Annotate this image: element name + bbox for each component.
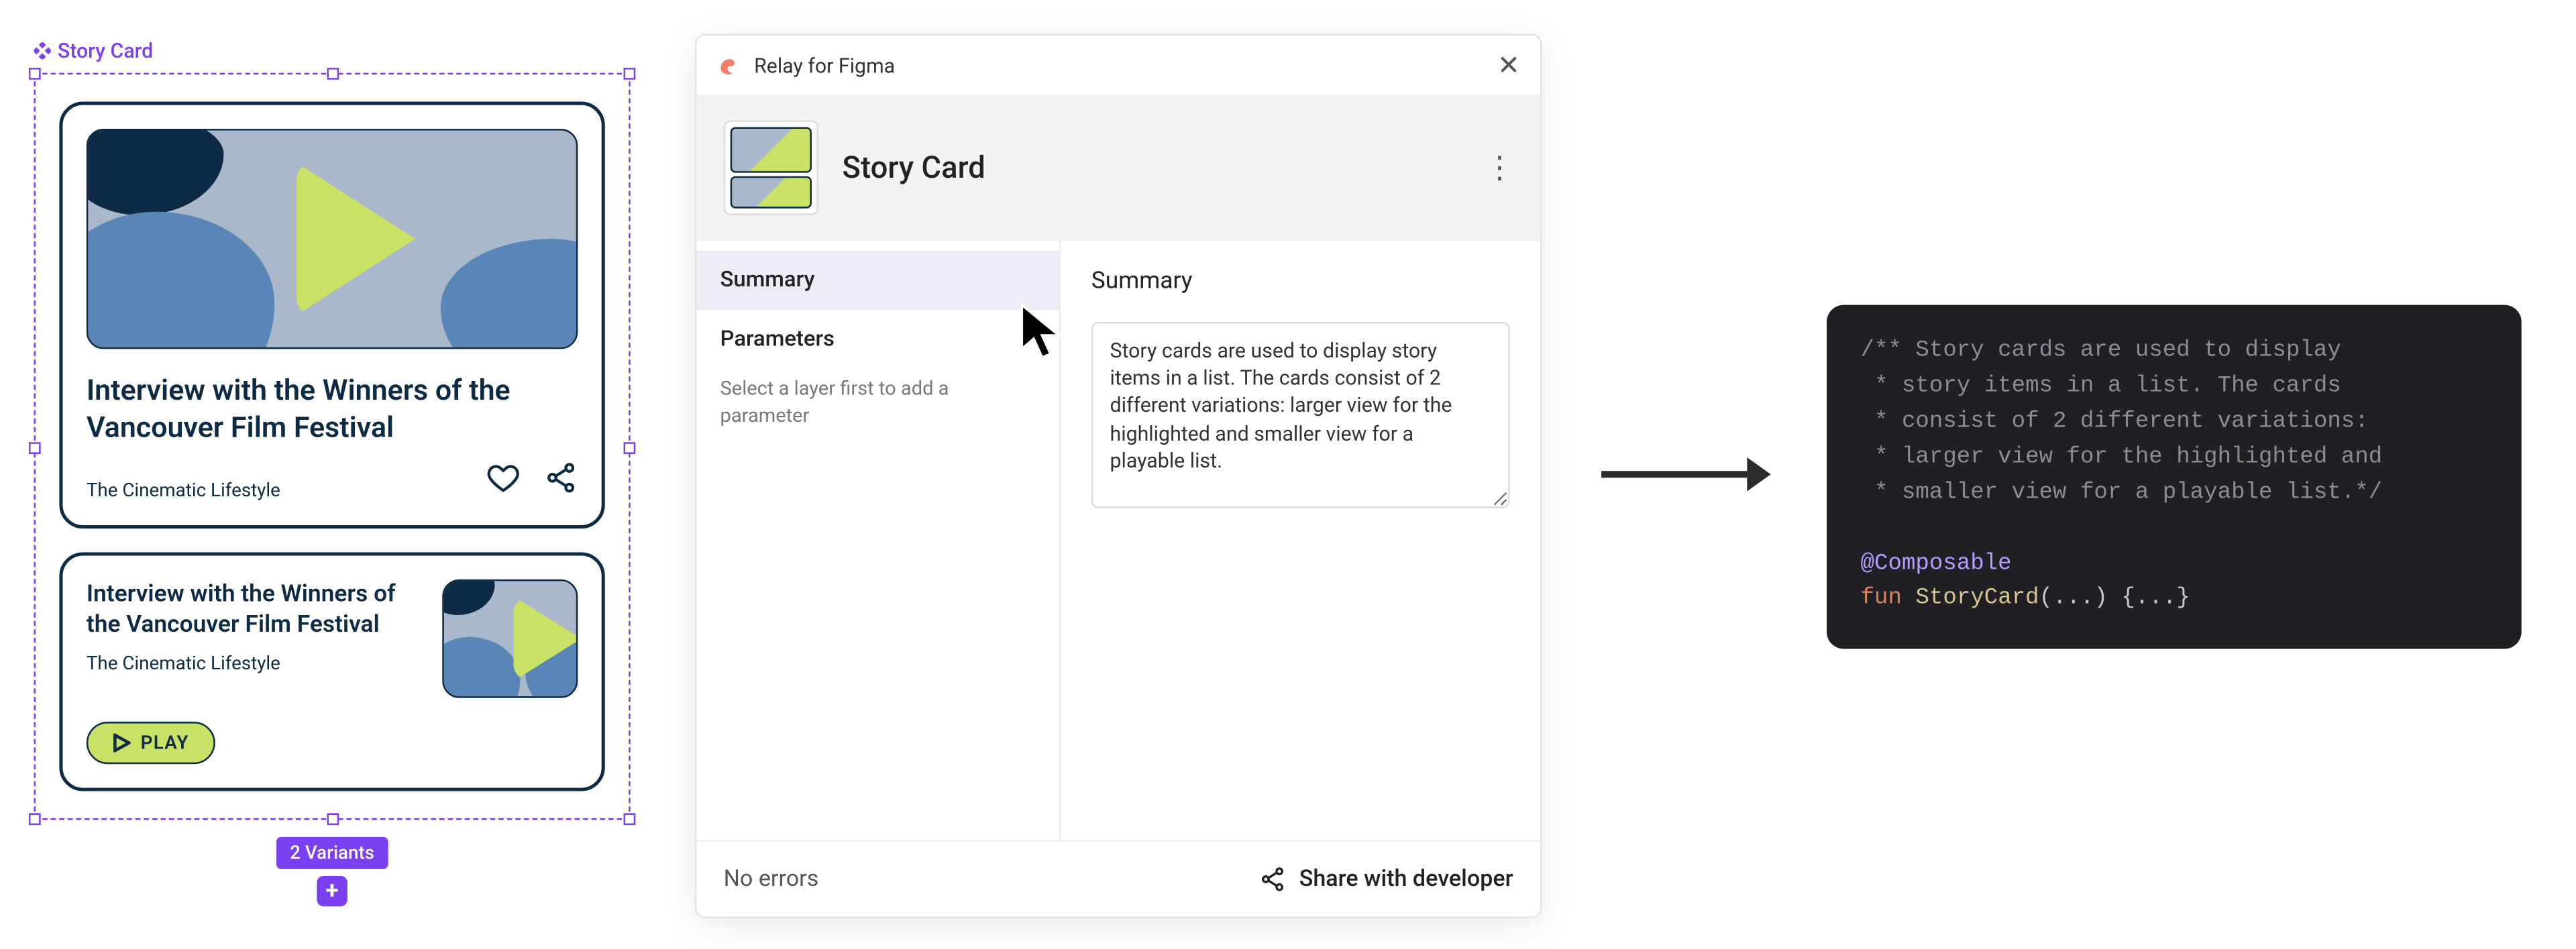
plugin-footer: No errors Share with developer — [696, 840, 1540, 917]
story-card-large[interactable]: Interview with the Winners of the Vancou… — [59, 102, 604, 529]
play-icon — [112, 734, 131, 752]
plugin-sidebar: Summary Parameters Select a layer first … — [696, 241, 1061, 840]
share-icon[interactable] — [544, 461, 578, 502]
component-thumbnail — [724, 120, 818, 215]
code-keyword: fun — [1861, 587, 1902, 612]
play-button[interactable]: PLAY — [87, 722, 215, 765]
more-menu-icon[interactable]: ⋮ — [1485, 150, 1513, 186]
component-label-text: Story Card — [58, 39, 153, 62]
share-with-developer-label: Share with developer — [1299, 866, 1513, 893]
code-comment-line: * story items in a list. The cards — [1861, 374, 2341, 400]
tab-summary[interactable]: Summary — [696, 251, 1059, 310]
plugin-header: Story Card ⋮ — [696, 95, 1540, 239]
add-variant-button[interactable]: + — [317, 876, 347, 906]
story-card-hero-image — [87, 129, 578, 349]
resize-handle[interactable] — [327, 814, 339, 826]
selection-frame[interactable]: Interview with the Winners of the Vancou… — [34, 73, 631, 820]
arrow-icon — [1601, 449, 1771, 500]
code-comment-line: * smaller view for a playable list.*/ — [1861, 481, 2383, 506]
story-card-title: Interview with the Winners of the Vancou… — [87, 579, 419, 641]
code-comment-line: * larger view for the highlighted and — [1861, 445, 2383, 471]
code-function-name: StoryCard — [1915, 587, 2039, 612]
component-label: Story Card — [34, 39, 154, 62]
component-icon — [34, 42, 51, 59]
story-card-thumb — [442, 579, 578, 698]
play-triangle-icon — [513, 597, 578, 681]
play-triangle-icon — [297, 162, 416, 315]
plugin-main: Summary Story cards are used to display … — [1061, 241, 1540, 840]
plugin-component-title: Story Card — [842, 150, 1460, 186]
tab-parameters[interactable]: Parameters — [696, 310, 1059, 369]
main-heading: Summary — [1091, 268, 1510, 294]
story-card-subtitle: The Cinematic Lifestyle — [87, 479, 280, 501]
resize-handle[interactable] — [327, 68, 339, 80]
story-card-title: Interview with the Winners of the Vancou… — [87, 373, 578, 448]
resize-handle[interactable] — [624, 68, 636, 80]
resize-handle[interactable] — [29, 441, 41, 453]
resize-handle[interactable] — [624, 814, 636, 826]
figma-canvas-selection: Story Card Interview with the Winners of… — [34, 34, 661, 821]
plugin-titlebar[interactable]: Relay for Figma ✕ — [696, 36, 1540, 95]
play-button-label: PLAY — [141, 732, 189, 755]
share-icon — [1258, 866, 1285, 893]
code-comment-line: /** Story cards are used to display — [1861, 339, 2341, 364]
summary-textarea[interactable]: Story cards are used to display story it… — [1091, 322, 1510, 508]
resize-handle[interactable] — [29, 814, 41, 826]
code-signature: (...) {...} — [2039, 587, 2190, 612]
heart-icon[interactable] — [486, 461, 521, 502]
relay-logo-icon — [716, 54, 740, 77]
generated-code-block: /** Story cards are used to display * st… — [1827, 305, 2522, 650]
code-comment-line: * consist of 2 different variations: — [1861, 410, 2369, 435]
close-icon[interactable]: ✕ — [1497, 49, 1520, 81]
relay-plugin-panel: Relay for Figma ✕ Story Card ⋮ Summary P… — [695, 34, 1542, 919]
story-card-small[interactable]: Interview with the Winners of the Vancou… — [59, 553, 604, 791]
plugin-name: Relay for Figma — [754, 54, 895, 77]
parameters-hint: Select a layer first to add a parameter — [696, 370, 1059, 446]
story-card-subtitle: The Cinematic Lifestyle — [87, 651, 419, 673]
status-text: No errors — [724, 866, 819, 893]
share-with-developer-button[interactable]: Share with developer — [1258, 866, 1513, 893]
resize-handle[interactable] — [29, 68, 41, 80]
variants-badge[interactable]: 2 Variants — [276, 837, 388, 869]
resize-handle[interactable] — [624, 441, 636, 453]
code-annotation: @Composable — [1861, 551, 2012, 577]
